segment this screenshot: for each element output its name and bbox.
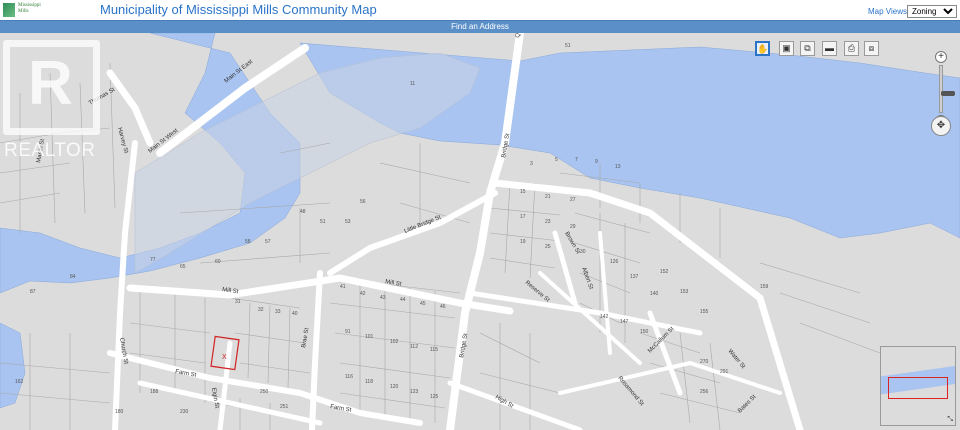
parcel-number: 162 [15,379,24,385]
parcel-number: 123 [410,389,419,395]
parcel-number: 155 [700,309,709,315]
parcel-number: 180 [115,409,124,415]
overview-toggle-icon[interactable]: ⤡ [947,416,953,424]
parcel-number: 102 [390,339,399,345]
parcel-number: 42 [360,291,366,297]
parcel-number: 84 [70,274,76,280]
parcel-number: 188 [150,389,159,395]
parcel-number: 125 [430,394,439,400]
parcel-number: 150 [640,329,649,335]
logo-text: Mississippi Mills [18,3,41,14]
parcel-number: 230 [180,409,189,415]
parcel-number: 46 [440,304,446,310]
parcel-number: 29 [570,224,576,230]
parcel-number: 45 [420,301,426,307]
identify-tool-icon[interactable]: ▣ [779,41,794,56]
parcel-number: 7 [575,157,578,163]
map-view-select[interactable]: Zoning [907,5,957,18]
parcel-number: 118 [365,379,373,385]
parcel-number: 41 [340,284,346,290]
realtor-letter: R [28,49,73,118]
logo-mark-icon [3,3,15,17]
parcel-number: 21 [545,194,551,200]
parcel-number: 5 [555,157,558,163]
parcel-number: 65 [180,264,186,270]
parcel-number: 159 [760,284,769,290]
parcel-number: 142 [600,314,609,320]
parcel-number: 126 [610,259,619,265]
parcel-number: 251 [280,404,289,410]
parcel-number: 270 [700,359,709,365]
parcel-number: 53 [345,219,351,225]
layers-tool-icon[interactable]: ⧈ [864,41,879,56]
overview-extent-box[interactable] [888,377,948,399]
parcel-number: 40 [292,311,298,317]
parcel-number: 58 [245,239,251,245]
parcel-number: 51 [565,43,571,49]
parcel-number: 137 [630,274,639,280]
parcel-number: 152 [660,269,669,275]
find-address-label: Find an Address [451,22,509,31]
parcel-number: 44 [400,297,406,303]
parcel-number: 56 [360,199,366,205]
parcel-number: 60 [215,259,221,265]
pan-hand-tool-icon[interactable]: ✋ [755,41,770,56]
realtor-watermark: R REALTOR [0,33,110,163]
parcel-number: 9 [595,159,598,165]
measure-tool-icon[interactable]: ▬ [822,41,837,56]
parcel-number: 3 [530,161,533,167]
parcel-number: 120 [390,384,399,390]
pan-control-icon[interactable]: ✥ [931,116,951,136]
parcel-number: 13 [615,164,621,170]
realtor-word: REALTOR [4,140,96,161]
parcel-number: 25 [545,244,551,250]
parcel-number: 291 [720,369,729,375]
parcel-number: 15 [520,189,526,195]
parcel-number: 48 [300,209,306,215]
parcel-number: 112 [410,344,418,350]
parcel-number: 91 [345,329,351,335]
print-tool-icon[interactable]: ⎙ [844,41,859,56]
zoom-slider[interactable] [939,65,955,113]
parcel-number: 19 [520,239,526,245]
parcel-number: 101 [365,334,374,340]
parcel-number: 27 [570,197,576,203]
parcel-number: 115 [430,347,438,353]
parcel-number: 57 [265,239,271,245]
map-svg[interactable]: X Main St EastMain St WestLittle Bridge … [0,33,960,430]
parcel-number: 32 [258,307,264,313]
parcel-number: 30 [580,249,586,255]
parcel-number: 256 [700,389,709,395]
zoom-slider-handle[interactable] [941,91,955,96]
municipality-logo[interactable]: Mississippi Mills [0,0,50,20]
select-box-tool-icon[interactable]: ⧉ [800,41,815,56]
parcel-number: 31 [235,299,241,305]
parcel-number: 11 [410,81,415,87]
parcel-number: 153 [680,289,689,295]
parcel-number: 116 [345,374,353,380]
page-title: Municipality of Mississippi Mills Commun… [100,2,377,17]
parcel-number: 87 [30,289,36,295]
parcel-number: 33 [275,309,281,315]
parcel-number: 250 [260,389,269,395]
overview-map[interactable]: ⤡ [880,346,956,426]
find-address-bar[interactable]: Find an Address [0,20,960,33]
app-header: Mississippi Mills Municipality of Missis… [0,0,960,20]
parcel-number: 147 [620,319,629,325]
parcel-number: 43 [380,295,386,301]
map-views-link[interactable]: Map Views [868,7,907,16]
parcel-number: 17 [520,214,526,220]
map-canvas[interactable]: X Main St East Main St West Little Bridge … [0,33,960,430]
parcel-number: 23 [545,219,551,225]
parcel-number: 140 [650,291,659,297]
subject-parcel-label: X [222,354,227,361]
zoom-in-button[interactable]: + [935,51,947,63]
parcel-number: 51 [320,219,326,225]
parcel-number: 77 [150,257,156,263]
